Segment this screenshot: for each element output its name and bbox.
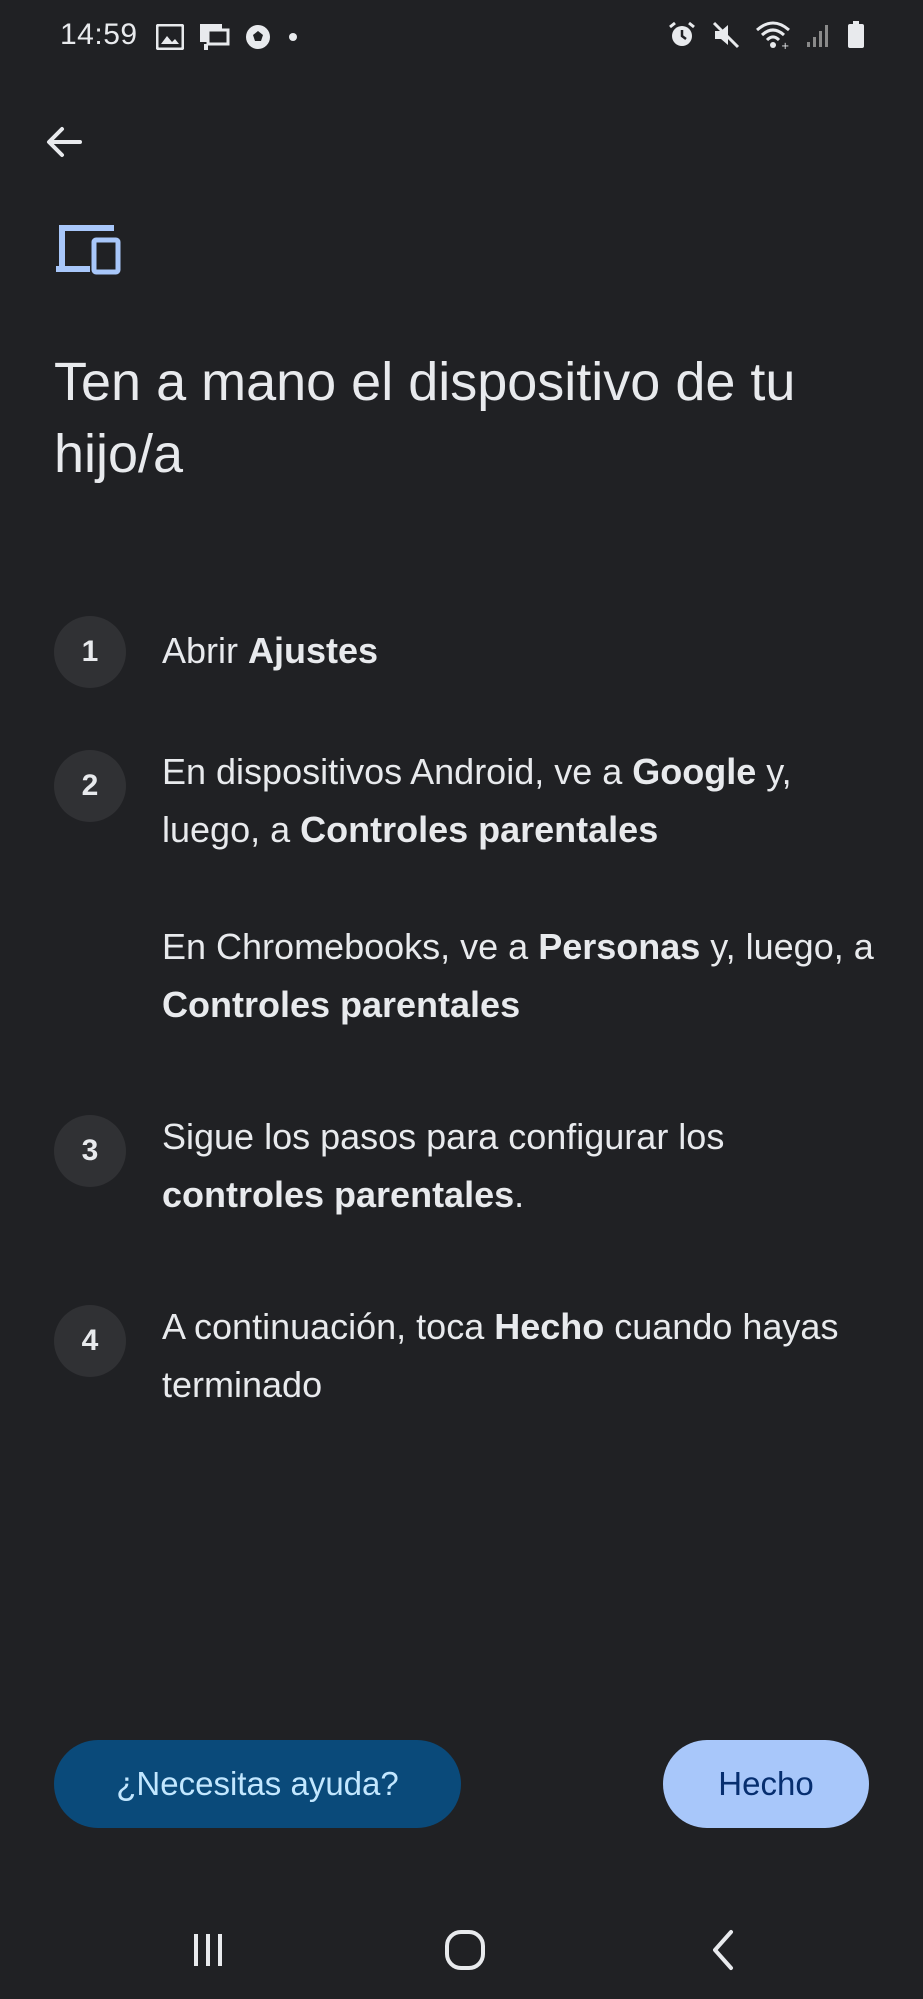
status-time: 14:59	[60, 18, 138, 51]
step-number-3: 3	[54, 1115, 126, 1187]
home-button[interactable]	[435, 1922, 495, 1978]
step-text-segment: A continuación, toca	[162, 1306, 495, 1347]
step-text-segment: En dispositivos Android, ve a	[162, 751, 633, 792]
wifi-icon: +	[755, 20, 791, 50]
arrow-back-icon	[47, 127, 82, 157]
step-text-bold: controles parentales	[162, 1174, 515, 1215]
soccer-ball-icon	[244, 23, 272, 51]
step-number-4: 4	[54, 1305, 126, 1377]
cast-icon	[198, 22, 230, 52]
step-text: En Chromebooks, ve a Personas y, luego, …	[162, 918, 882, 1034]
step-text-segment: Abrir	[162, 630, 249, 671]
step-text-segment: En Chromebooks, ve a	[162, 926, 539, 967]
step-number-1: 1	[54, 616, 126, 688]
mute-icon	[711, 20, 741, 50]
back-nav-icon	[713, 1930, 733, 1970]
alarm-icon	[667, 20, 697, 50]
step-text-bold: Google	[632, 751, 757, 792]
step-text: En dispositivos Android, ve a Google y, …	[162, 743, 882, 859]
step-text-bold: Ajustes	[248, 630, 379, 671]
step-text: Sigue los pasos para configurar los cont…	[162, 1108, 882, 1224]
step-text: A continuación, toca Hecho cuando hayas …	[162, 1298, 882, 1414]
battery-icon	[847, 21, 865, 49]
signal-icon	[805, 22, 833, 48]
dot-icon	[286, 30, 300, 44]
step-text-bold: Controles parentales	[162, 984, 521, 1025]
step-text-segment: .	[514, 1174, 525, 1215]
step-text-bold: Hecho	[494, 1306, 605, 1347]
step-text-segment: Sigue los pasos para configurar los	[162, 1116, 725, 1157]
back-button[interactable]	[40, 118, 88, 166]
step-text-bold: Personas	[538, 926, 701, 967]
navigation-bar	[0, 1900, 923, 1999]
image-icon	[156, 24, 184, 50]
system-back-button[interactable]	[694, 1922, 754, 1978]
devices-icon	[56, 224, 122, 281]
home-icon	[445, 1930, 485, 1970]
help-button[interactable]: ¿Necesitas ayuda?	[54, 1740, 461, 1828]
step-text-segment: y, luego, a	[700, 926, 874, 967]
step-text-bold: Controles parentales	[300, 809, 659, 850]
page-title: Ten a mano el dispositivo de tu hijo/a	[54, 352, 796, 484]
svg-text:+: +	[781, 41, 789, 50]
done-button[interactable]: Hecho	[663, 1740, 869, 1828]
status-bar: 14:59 +	[0, 0, 923, 76]
step-number-2: 2	[54, 750, 126, 822]
step-text: Abrir Ajustes	[162, 622, 882, 680]
recent-apps-button[interactable]	[178, 1922, 238, 1978]
recent-apps-icon	[194, 1934, 222, 1966]
